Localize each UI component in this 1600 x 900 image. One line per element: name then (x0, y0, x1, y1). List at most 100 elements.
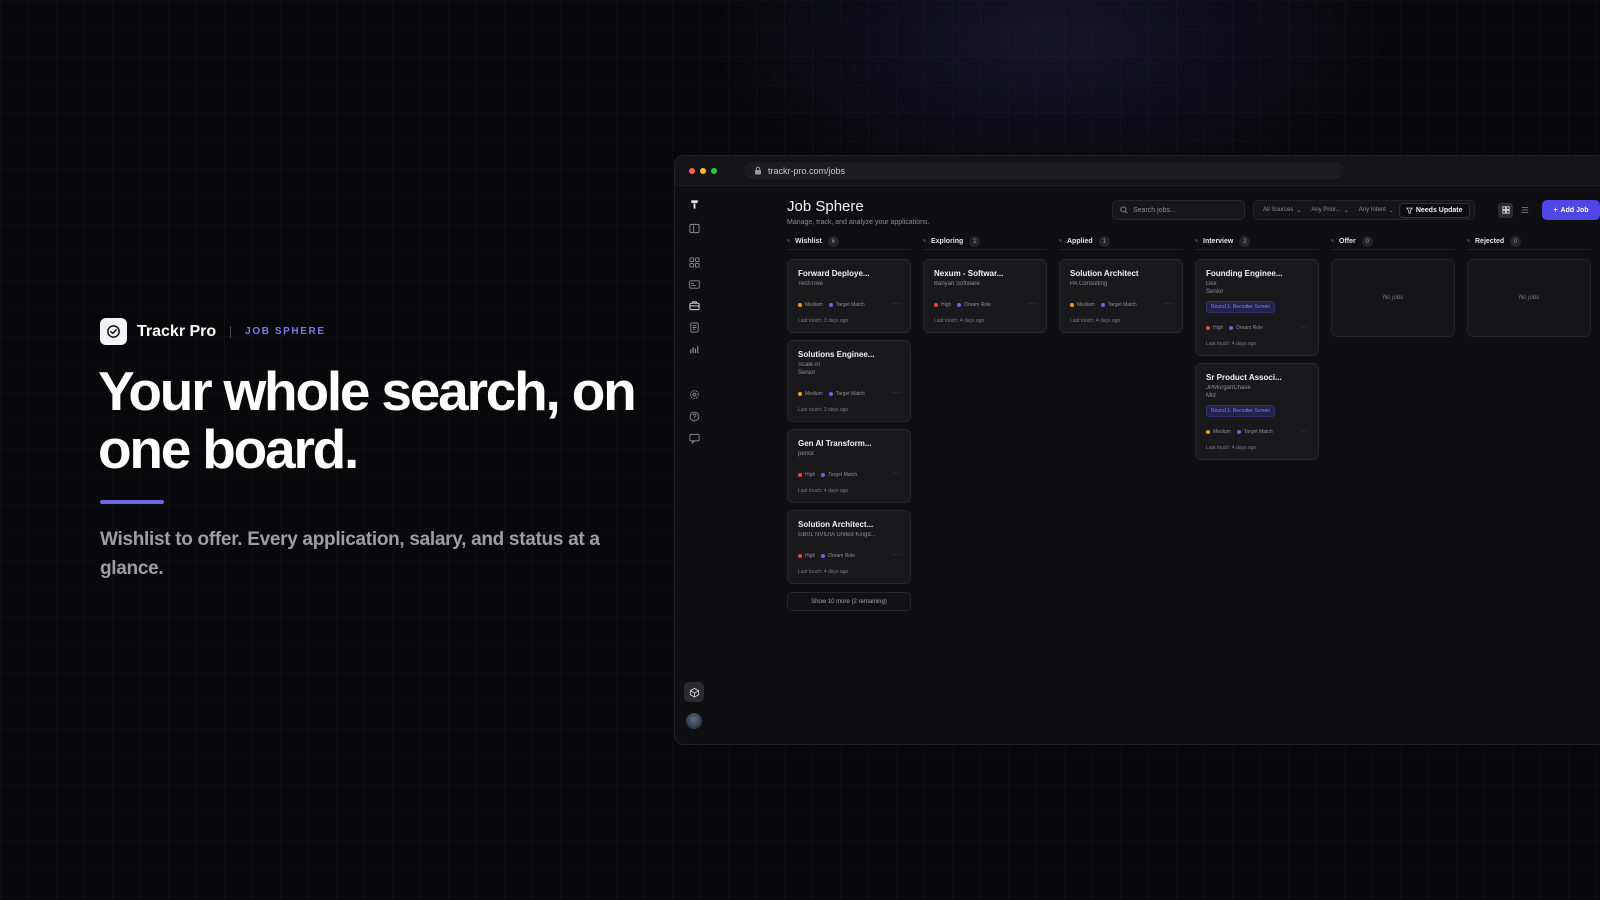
empty-column-placeholder: No jobs (1467, 259, 1591, 337)
more-options-icon[interactable]: ··· (1300, 322, 1310, 331)
lock-icon (755, 166, 761, 175)
panel-icon[interactable] (688, 222, 700, 234)
url-text: trackr-pro.com/jobs (768, 165, 846, 176)
company-name: TechTree (798, 281, 823, 287)
card-icon[interactable] (688, 278, 700, 290)
column-title: Applied (1067, 238, 1093, 245)
priority-label: High (941, 302, 952, 308)
more-options-icon[interactable]: ··· (1300, 426, 1310, 435)
job-card[interactable]: Founding Enginee... Dex Senior Round 1: Rec… (1195, 259, 1319, 356)
board-view-button[interactable] (1498, 202, 1513, 218)
priority-label: Medium (805, 391, 823, 397)
priority-tag: High (798, 553, 815, 559)
company-name: Dex (1206, 281, 1217, 287)
priority-dot (1206, 430, 1210, 434)
briefcase-icon[interactable] (688, 299, 700, 311)
job-title: Solution Architect... (798, 520, 874, 529)
priority-filter[interactable]: Any Prior... ⌄ (1306, 207, 1353, 214)
column-header[interactable]: Offer 0 (1331, 234, 1455, 250)
accent-bar (100, 500, 164, 504)
logo-icon[interactable] (688, 198, 700, 210)
chart-icon[interactable] (688, 343, 700, 355)
intent-dot (821, 473, 826, 477)
priority-tag: Medium (798, 391, 823, 397)
job-card[interactable]: Forward Deploye... TechTree Medium Target M… (787, 259, 911, 333)
chevron-down-icon: ⌄ (1343, 207, 1349, 214)
more-options-icon[interactable]: ··· (892, 469, 902, 478)
more-options-icon[interactable]: ··· (1028, 299, 1038, 308)
intent-tag: Target Match (828, 391, 865, 397)
filter-bar: All Sources ⌄ Any Prior... ⌄ Any Intent ⌄ N… (1253, 200, 1475, 220)
help-icon[interactable] (688, 410, 700, 422)
intent-label: Target Match (1243, 429, 1273, 435)
column-offer: Offer 0 No jobs (1331, 234, 1455, 611)
last-touch: Last touch: 4 days ago (934, 318, 985, 324)
box-icon[interactable] (684, 682, 704, 702)
card-tags: Medium Target Match (1206, 429, 1308, 435)
more-options-icon[interactable]: ··· (892, 550, 902, 559)
column-header[interactable]: Exploring 1 (923, 234, 1047, 250)
priority-dot (1070, 303, 1074, 307)
intent-tag: Target Match (828, 302, 865, 308)
priority-label: High (805, 472, 816, 478)
app-window: trackr-pro.com/jobs Job Sphere Manage, t… (674, 155, 1600, 745)
intent-filter[interactable]: Any Intent ⌄ (1354, 207, 1399, 214)
brand-tag: JOB SPHERE (245, 326, 326, 337)
priority-tag: Medium (1070, 302, 1095, 308)
settings-icon[interactable] (688, 388, 700, 400)
last-touch: Last touch: 4 days ago (1206, 445, 1257, 451)
intent-filter-label: Any Intent (1358, 207, 1386, 213)
headline-line-1: Your whole search, on (98, 360, 637, 422)
column-header[interactable]: Wishlist 6 (787, 234, 911, 250)
intent-label: Target Match (835, 302, 865, 308)
last-touch: Last touch: 4 days ago (798, 488, 849, 494)
job-card[interactable]: Solution Architect... GB01 NVIDIA United … (787, 510, 911, 584)
close-window-button[interactable] (689, 167, 695, 174)
intent-dot (1229, 326, 1234, 330)
search-input[interactable]: Search jobs... (1112, 200, 1245, 220)
company-name: GB01 NVIDIA United Kingd... (798, 532, 876, 538)
brand-divider (230, 325, 232, 338)
priority-tag: High (1206, 325, 1223, 331)
show-more-button[interactable]: Show 10 more (2 remaining) (787, 592, 911, 611)
priority-label: Medium (805, 302, 823, 308)
grid-view-icon (1501, 206, 1510, 214)
job-card[interactable]: Solutions Enginee... Scale AI Senior Medium… (787, 340, 911, 422)
add-job-button[interactable]: + Add Job (1542, 200, 1600, 220)
chat-icon[interactable] (688, 432, 700, 444)
document-icon[interactable] (688, 321, 700, 333)
source-filter[interactable]: All Sources ⌄ (1258, 207, 1306, 214)
address-bar[interactable]: trackr-pro.com/jobs (744, 162, 1344, 179)
column-rejected: Rejected 0 No jobs (1467, 234, 1591, 611)
main-content: Job Sphere Manage, track, and analyze yo… (787, 186, 1600, 744)
job-card[interactable]: Sr Product Associ... JPMorganChase Mid Roun… (1195, 363, 1319, 460)
needs-update-filter[interactable]: Needs Update (1398, 202, 1470, 218)
card-tags: Medium Target Match (1070, 302, 1172, 308)
job-title: Sr Product Associ... (1206, 373, 1282, 382)
grid-icon[interactable] (688, 256, 700, 268)
priority-tag: High (798, 472, 815, 478)
avatar[interactable] (686, 713, 702, 729)
chevron-down-icon: ⌄ (1388, 207, 1394, 214)
intent-label: Target Match (828, 472, 858, 478)
column-header[interactable]: Rejected 0 (1467, 234, 1591, 250)
last-touch: Last touch: 3 days ago (798, 318, 849, 324)
intent-tag: Dream Role (821, 553, 855, 559)
job-card[interactable]: Solution Architect PA Consulting Medium Tar… (1059, 259, 1183, 333)
more-options-icon[interactable]: ··· (892, 388, 902, 397)
maximize-window-button[interactable] (711, 167, 717, 174)
job-card[interactable]: Nexum - Softwar... Banyan Software High Dre… (923, 259, 1047, 333)
more-options-icon[interactable]: ··· (892, 299, 902, 308)
column-header[interactable]: Interview 2 (1195, 234, 1319, 250)
job-card[interactable]: Gen AI Transform... pencil High Target Matc… (787, 429, 911, 503)
job-title: Nexum - Softwar... (934, 269, 1004, 278)
column-header[interactable]: Applied 1 (1059, 234, 1183, 250)
intent-label: Target Match (835, 391, 865, 397)
minimize-window-button[interactable] (700, 167, 706, 174)
needs-update-label: Needs Update (1415, 206, 1463, 214)
column-count: 0 (1510, 236, 1522, 247)
more-options-icon[interactable]: ··· (1164, 299, 1174, 308)
list-view-button[interactable] (1517, 203, 1532, 218)
job-title: Solution Architect (1070, 269, 1139, 278)
column-applied: Applied 1 Solution Architect PA Consulting M… (1059, 234, 1183, 611)
